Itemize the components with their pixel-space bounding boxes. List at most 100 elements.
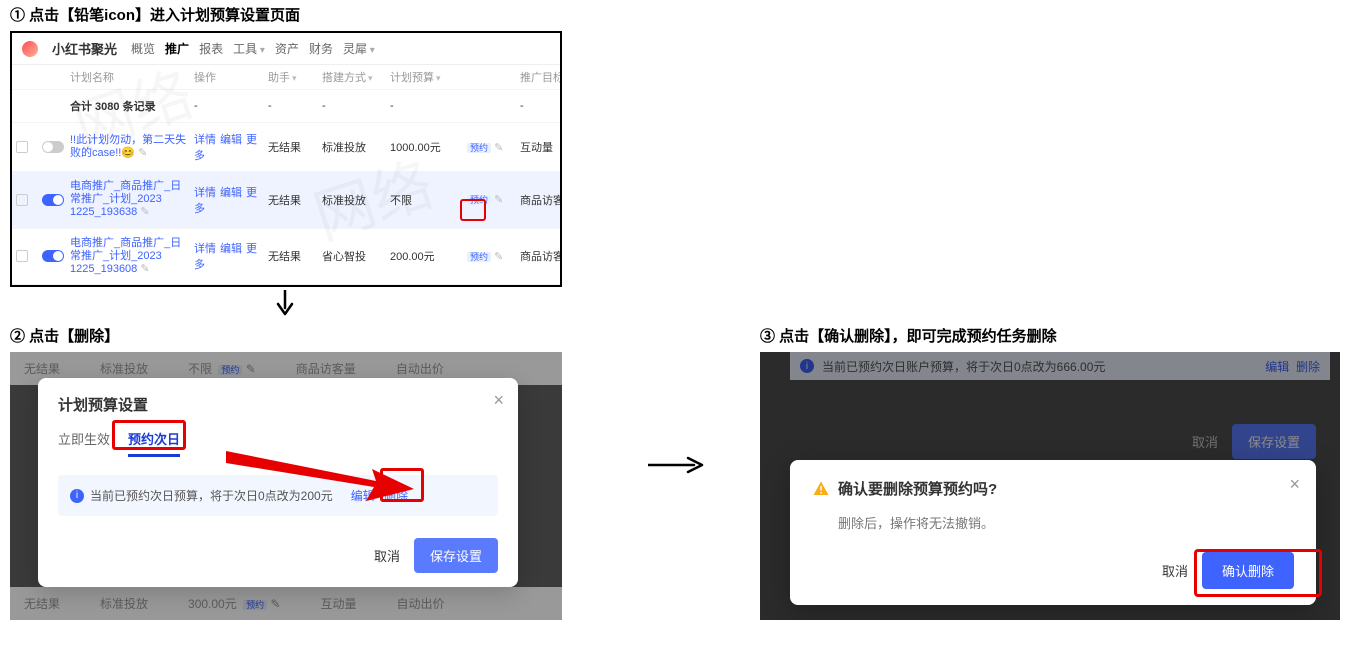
plan-name-link[interactable]: 电商推广_商品推广_日常推广_计划_2023 1225_193638 ✎: [70, 180, 190, 220]
bg-save-button[interactable]: 保存设置: [1232, 424, 1316, 459]
cancel-button[interactable]: 取消: [1162, 561, 1188, 580]
highlight-tab-box: [112, 420, 186, 450]
close-icon[interactable]: ×: [493, 390, 504, 411]
nav-promote[interactable]: 推广: [165, 42, 189, 56]
pencil-icon[interactable]: ✎: [140, 263, 149, 275]
highlight-delete-box: [380, 468, 424, 502]
save-button[interactable]: 保存设置: [414, 538, 498, 573]
row-toggle[interactable]: [42, 194, 64, 206]
highlight-pencil-box: [460, 199, 486, 221]
modal-title: 计划预算设置: [58, 394, 498, 415]
step-1-section: ① 点击【铅笔icon】进入计划预算设置页面 网络 网络 小红书聚光 概览 推广…: [10, 4, 562, 287]
table-row: 2、ZY_测试次日预 ✎ 详情编辑更多 无结果 标准投放 230.00元 预约 …: [12, 284, 560, 287]
reserve-badge: 预约: [467, 143, 491, 153]
col-budget[interactable]: 计划预算▾: [390, 69, 460, 85]
nav-finance[interactable]: 财务: [309, 42, 333, 56]
step-2-title: ② 点击【删除】: [10, 325, 562, 346]
row-checkbox[interactable]: [16, 141, 28, 153]
table-summary-row: 合计 3080 条记录 -----: [12, 89, 560, 122]
helper-cell: 无结果: [268, 248, 318, 264]
confirm-message: 删除后，操作将无法撤销。: [838, 513, 1294, 532]
bg-modal-footer: 取消 保存设置: [1192, 424, 1316, 459]
banner-edit-link[interactable]: 编辑: [1265, 360, 1289, 374]
warning-icon: [812, 480, 830, 498]
app-brand: 小红书聚光: [52, 39, 117, 58]
col-helper[interactable]: 助手▾: [268, 69, 318, 85]
col-build[interactable]: 搭建方式▾: [322, 69, 386, 85]
banner-text: 当前已预约次日账户预算，将于次日0点改为666.00元: [822, 358, 1105, 375]
goal-cell: 商品访客量: [520, 248, 562, 264]
pencil-icon[interactable]: ✎: [494, 194, 503, 206]
edit-link[interactable]: 编辑: [220, 243, 242, 255]
row-toggle[interactable]: [42, 141, 64, 153]
arrow-right-icon: [648, 456, 704, 474]
filter-icon: ▾: [292, 73, 297, 83]
nav-overview[interactable]: 概览: [131, 42, 155, 56]
bg-cancel-button[interactable]: 取消: [1192, 432, 1218, 451]
confirm-modal-header: 确认要删除预算预约吗?: [812, 478, 1294, 499]
col-ops: 操作: [194, 69, 264, 85]
plan-name-link[interactable]: !!此计划勿动，第二天失败的case!!😊 ✎: [70, 134, 190, 160]
row-checkbox[interactable]: [16, 250, 28, 262]
close-icon[interactable]: ×: [1289, 474, 1300, 495]
cancel-button[interactable]: 取消: [374, 546, 400, 565]
info-icon: i: [70, 489, 84, 503]
step-2-section: ② 点击【删除】 无结果 标准投放 不限 预约 ✎ 商品访客量 自动出价 无结果…: [10, 325, 562, 620]
nav-lingxi[interactable]: 灵犀: [343, 42, 375, 56]
banner-delete-link[interactable]: 删除: [1296, 360, 1320, 374]
budget-cell: 200.00元: [390, 248, 460, 264]
plan-name-link[interactable]: 电商推广_商品推广_日常推广_计划_2023 1225_193608 ✎: [70, 237, 190, 277]
edit-link[interactable]: 编辑: [220, 187, 242, 199]
detail-link[interactable]: 详情: [194, 187, 216, 199]
pencil-icon[interactable]: ✎: [140, 206, 149, 218]
nav-report[interactable]: 报表: [199, 42, 223, 56]
app-logo: [22, 41, 38, 57]
main-nav: 概览 推广 报表 工具 资产 财务 灵犀: [131, 40, 375, 57]
pencil-icon[interactable]: ✎: [494, 251, 503, 263]
col-plan-name: 计划名称: [70, 69, 190, 85]
helper-cell: 无结果: [268, 192, 318, 208]
table-header: 计划名称 操作 助手▾ 搭建方式▾ 计划预算▾ 推广目标▾: [12, 65, 560, 89]
step-3-screenshot: i 当前已预约次日账户预算，将于次日0点改为666.00元 编辑 删除 取消 保…: [760, 352, 1340, 620]
row-actions: 详情编辑更多: [194, 184, 264, 216]
reserve-cell: 预约 ✎: [464, 250, 516, 263]
reserve-notice: i 当前已预约次日预算，将于次日0点改为200元 编辑 删除: [58, 475, 498, 516]
pencil-icon[interactable]: ✎: [138, 147, 147, 159]
nav-tools[interactable]: 工具: [233, 42, 265, 56]
app-topbar: 小红书聚光 概览 推广 报表 工具 资产 财务 灵犀: [12, 33, 560, 65]
reserve-badge: 预约: [467, 252, 491, 262]
tab-immediate[interactable]: 立即生效: [58, 429, 110, 454]
row-checkbox[interactable]: [16, 194, 28, 206]
build-cell: 标准投放: [322, 192, 386, 208]
table-row: !!此计划勿动，第二天失败的case!!😊 ✎ 详情编辑更多 无结果 标准投放 …: [12, 122, 560, 171]
goal-cell: 互动量: [520, 139, 562, 155]
confirm-delete-modal: × 确认要删除预算预约吗? 删除后，操作将无法撤销。 取消 确认删除: [790, 460, 1316, 605]
reserve-cell: 预约 ✎: [464, 141, 516, 154]
row-toggle[interactable]: [42, 250, 64, 262]
filter-icon: ▾: [436, 73, 441, 83]
budget-cell: 不限: [390, 192, 460, 208]
step-1-screenshot: 网络 网络 小红书聚光 概览 推广 报表 工具 资产 财务 灵犀: [10, 31, 562, 287]
modal-footer: 取消 保存设置: [58, 538, 498, 573]
edit-link[interactable]: 编辑: [220, 134, 242, 146]
detail-link[interactable]: 详情: [194, 134, 216, 146]
budget-cell: 1000.00元: [390, 139, 460, 155]
bg-table-row: 无结果 标准投放 300.00元 预约 ✎ 互动量 自动出价: [10, 587, 562, 620]
row-actions: 详情编辑更多: [194, 240, 264, 272]
goal-cell: 商品访客量: [520, 192, 562, 208]
confirm-title: 确认要删除预算预约吗?: [838, 478, 997, 499]
filter-icon: ▾: [368, 73, 373, 83]
step-2-screenshot: 无结果 标准投放 不限 预约 ✎ 商品访客量 自动出价 无结果 标准投放 300…: [10, 352, 562, 620]
step-3-section: ③ 点击【确认删除】，即可完成预约任务删除 i 当前已预约次日账户预算，将于次日…: [760, 325, 1340, 620]
detail-link[interactable]: 详情: [194, 243, 216, 255]
pencil-icon[interactable]: ✎: [494, 142, 503, 154]
step-1-title: ① 点击【铅笔icon】进入计划预算设置页面: [10, 4, 562, 25]
notice-edit-link[interactable]: 编辑: [351, 489, 375, 503]
notice-text: 当前已预约次日预算，将于次日0点改为200元: [90, 487, 333, 504]
summary-text: 合计 3080 条记录: [70, 98, 190, 114]
nav-assets[interactable]: 资产: [275, 42, 299, 56]
col-goal[interactable]: 推广目标▾: [520, 69, 562, 85]
build-cell: 省心智投: [322, 248, 386, 264]
row-actions: 详情编辑更多: [194, 131, 264, 163]
info-icon: i: [800, 359, 814, 373]
